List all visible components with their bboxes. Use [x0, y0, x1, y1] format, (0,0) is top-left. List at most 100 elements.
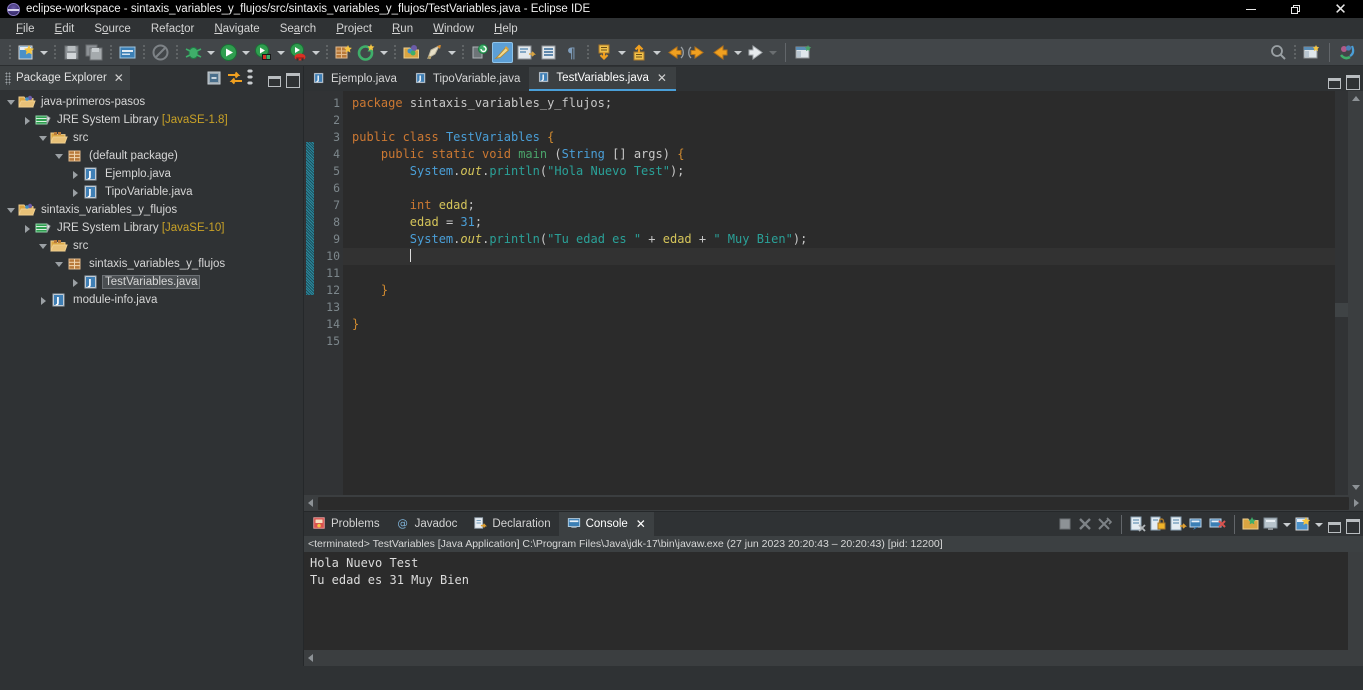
show-console-on-output-icon[interactable] [1188, 514, 1208, 534]
scroll-up-arrow-icon[interactable] [1348, 91, 1363, 105]
chevron-down-icon[interactable] [36, 129, 50, 147]
tree-item-ejemplo-java[interactable]: J Ejemplo.java [0, 165, 303, 183]
maximize-console-icon[interactable] [1343, 515, 1361, 534]
run-external-tools-icon[interactable] [253, 42, 274, 63]
maximize-button[interactable] [1273, 0, 1318, 18]
back-history-icon[interactable] [664, 42, 685, 63]
pin-console-icon[interactable] [1241, 514, 1261, 534]
quick-access-search-icon[interactable] [1268, 42, 1289, 63]
clear-console-icon[interactable] [1128, 514, 1148, 534]
chevron-down-icon[interactable] [52, 255, 66, 273]
menu-project[interactable]: Project [326, 20, 382, 38]
previous-annotation-dropdown-icon[interactable] [651, 42, 662, 63]
show-console-on-error-icon[interactable] [1208, 514, 1228, 534]
minimize-console-icon[interactable] [1325, 515, 1343, 533]
console-horizontal-scrollbar[interactable] [304, 650, 1363, 666]
next-annotation-icon[interactable] [594, 42, 615, 63]
menu-help[interactable]: Help [484, 20, 528, 38]
search-references-icon[interactable] [469, 42, 490, 63]
save-all-icon[interactable] [84, 42, 105, 63]
menu-source[interactable]: Source [84, 20, 140, 38]
toggle-block-selection-icon[interactable] [515, 42, 536, 63]
java-perspective-icon[interactable] [1337, 42, 1358, 63]
scroll-right-arrow-icon[interactable] [1349, 495, 1363, 511]
chevron-right-icon[interactable] [36, 291, 50, 309]
tree-item-package-sintaxis-variables-y-flujos[interactable]: sintaxis_variables_y_flujos [0, 255, 303, 273]
project-tree[interactable]: java-primeros-pasos JRE System Library [… [0, 90, 303, 666]
tab-package-explorer[interactable]: Package Explorer ✕ [0, 66, 130, 90]
minimize-editor-icon[interactable] [1325, 71, 1343, 89]
tree-item-jre-system-library-18[interactable]: JRE System Library [JavaSE-1.8] [0, 111, 303, 129]
menu-run[interactable]: Run [382, 20, 423, 38]
new-class-dropdown-icon[interactable] [378, 42, 389, 63]
save-icon[interactable] [61, 42, 82, 63]
maximize-view-icon[interactable] [283, 69, 301, 88]
open-perspective-icon[interactable] [1301, 42, 1322, 63]
collapse-all-icon[interactable] [205, 68, 225, 88]
display-console-dropdown-icon[interactable] [1281, 514, 1292, 535]
no-entry-icon[interactable] [150, 42, 171, 63]
tree-item-jre-system-library-10[interactable]: JRE System Library [JavaSE-10] [0, 219, 303, 237]
menu-edit[interactable]: Edit [45, 20, 85, 38]
view-menu-icon[interactable] [245, 68, 265, 88]
tree-item-sintaxis-variables-y-flujos[interactable]: sintaxis_variables_y_flujos [0, 201, 303, 219]
link-with-editor-icon[interactable] [225, 68, 245, 88]
pilcrow-icon[interactable]: ¶ [561, 42, 582, 63]
tree-item-tipovariable-java[interactable]: J TipoVariable.java [0, 183, 303, 201]
display-selected-console-icon[interactable] [1261, 514, 1281, 534]
debug-dropdown-icon[interactable] [205, 42, 216, 63]
new-wizard-dropdown-icon[interactable] [38, 42, 49, 63]
close-icon[interactable]: ✕ [657, 71, 667, 85]
tab-declaration[interactable]: Declaration [465, 512, 558, 536]
word-wrap-icon[interactable] [1168, 514, 1188, 534]
open-type-dropdown-icon[interactable] [446, 42, 457, 63]
menu-refactor[interactable]: Refactor [141, 20, 204, 38]
editor-overview-ruler[interactable] [1335, 91, 1348, 495]
tab-problems[interactable]: Problems [304, 512, 388, 536]
chevron-right-icon[interactable] [68, 183, 82, 201]
tree-item-default-package[interactable]: (default package) [0, 147, 303, 165]
console-vertical-scrollbar[interactable] [1348, 552, 1363, 650]
editor-marker-column[interactable] [304, 91, 317, 495]
scroll-left-arrow-icon[interactable] [304, 650, 318, 666]
new-java-class-icon[interactable] [356, 42, 377, 63]
chevron-down-icon[interactable] [4, 93, 18, 111]
editor-tab-tipovariable-java[interactable]: J TipoVariable.java [405, 67, 530, 91]
scroll-lock-icon[interactable] [1148, 514, 1168, 534]
code-text-area[interactable]: package sintaxis_variables_y_flujos; pub… [343, 91, 1335, 495]
back-navigation-icon[interactable] [710, 42, 731, 63]
coverage-dropdown-icon[interactable] [310, 42, 321, 63]
open-console-dropdown-icon[interactable] [1313, 514, 1324, 535]
run-dropdown-icon[interactable] [240, 42, 251, 63]
menu-navigate[interactable]: Navigate [204, 20, 269, 38]
new-wizard-icon[interactable] [16, 42, 37, 63]
tree-item-src-2[interactable]: src [0, 237, 303, 255]
toggle-mark-occurrences-icon[interactable] [492, 41, 513, 63]
forward-navigation-icon[interactable] [745, 42, 766, 63]
chevron-down-icon[interactable] [4, 201, 18, 219]
scroll-left-arrow-icon[interactable] [304, 495, 318, 511]
new-java-project-icon[interactable] [401, 42, 422, 63]
open-perspective-icon[interactable] [793, 42, 814, 63]
minimize-button[interactable] [1228, 0, 1273, 18]
console-output[interactable]: Hola Nuevo Test Tu edad es 31 Muy Bien [304, 552, 1348, 650]
menu-file[interactable]: File [6, 20, 45, 38]
tree-item-testvariables-java[interactable]: J TestVariables.java [0, 273, 303, 291]
chevron-right-icon[interactable] [68, 273, 82, 291]
chevron-right-icon[interactable] [20, 111, 34, 129]
back-navigation-dropdown-icon[interactable] [732, 42, 743, 63]
forward-history-icon[interactable] [687, 42, 708, 63]
chevron-down-icon[interactable] [52, 147, 66, 165]
previous-annotation-icon[interactable] [629, 42, 650, 63]
maximize-editor-icon[interactable] [1343, 71, 1361, 90]
tree-item-src-1[interactable]: src [0, 129, 303, 147]
close-icon[interactable]: ✕ [636, 517, 646, 531]
tab-console[interactable]: Console ✕ [558, 512, 654, 536]
external-tools-dropdown-icon[interactable] [275, 42, 286, 63]
print-icon[interactable] [117, 42, 138, 63]
minimize-view-icon[interactable] [265, 69, 283, 87]
scroll-down-arrow-icon[interactable] [1348, 481, 1363, 495]
run-icon[interactable] [218, 42, 239, 63]
chevron-right-icon[interactable] [20, 219, 34, 237]
open-console-icon[interactable] [1293, 514, 1313, 534]
